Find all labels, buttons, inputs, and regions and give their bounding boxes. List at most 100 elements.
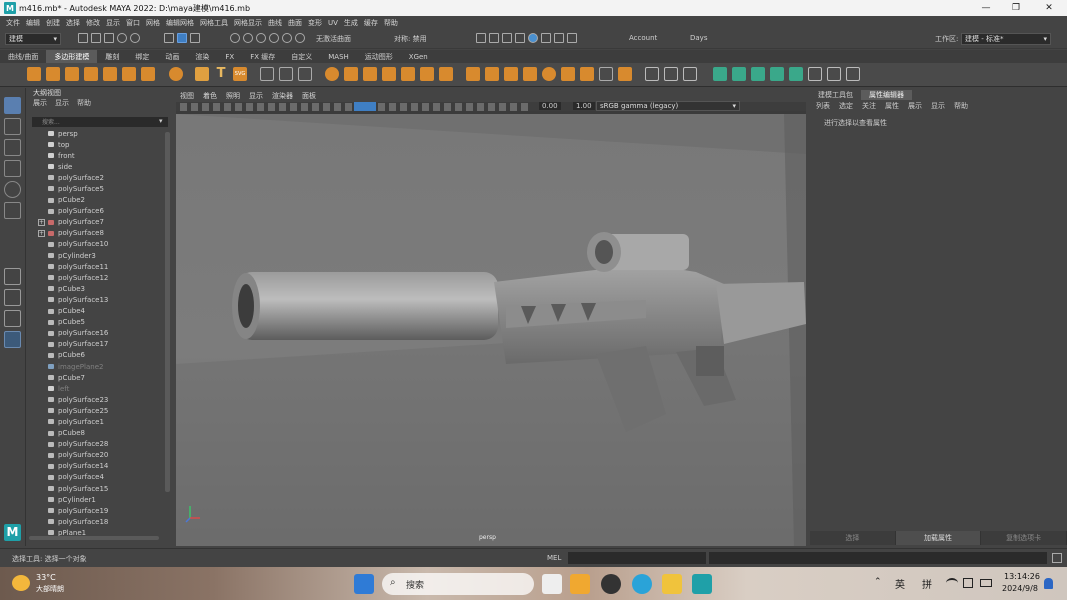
menu-item-16[interactable]: 缓存	[364, 18, 378, 28]
outliner-item-polysurface19[interactable]: polySurface19	[27, 505, 165, 516]
script-editor-icon[interactable]	[1052, 553, 1062, 563]
gamma-value[interactable]: 1.00	[573, 102, 595, 110]
outliner-menu-item-2[interactable]: 帮助	[77, 98, 91, 109]
bevel-icon[interactable]	[504, 67, 518, 81]
separate-icon[interactable]	[344, 67, 358, 81]
outliner-search-input[interactable]: 搜索...	[32, 117, 168, 127]
outliner-item-polysurface17[interactable]: polySurface17	[27, 339, 165, 350]
connect-icon[interactable]	[683, 67, 697, 81]
viewport-menu-item-0[interactable]: 视图	[180, 91, 194, 101]
super-shape-icon[interactable]	[195, 67, 209, 81]
uv-editor-icon[interactable]	[713, 67, 727, 81]
menu-item-15[interactable]: 生成	[344, 18, 358, 28]
maya-taskbar-icon[interactable]	[692, 574, 712, 594]
outliner-item-polysurface4[interactable]: polySurface4	[27, 472, 165, 483]
menu-item-13[interactable]: 变形	[308, 18, 322, 28]
uv-unfold-icon[interactable]	[808, 67, 822, 81]
clock-time[interactable]: 13:14:26	[1004, 572, 1040, 581]
rotate-tool-icon[interactable]	[4, 181, 21, 198]
shelf-tab-7[interactable]: FX 缓存	[242, 50, 283, 63]
text-tool-icon[interactable]: T	[214, 67, 228, 81]
target-weld-icon[interactable]	[664, 67, 678, 81]
select-tool-icon[interactable]	[4, 97, 21, 114]
outliner-menu-item-0[interactable]: 展示	[33, 98, 47, 109]
snap-view-icon[interactable]	[269, 33, 279, 43]
outliner-item-pcube6[interactable]: pCube6	[27, 350, 165, 361]
poly-cube-icon[interactable]	[46, 67, 60, 81]
undo-icon[interactable]	[117, 33, 127, 43]
outliner-menu-item-1[interactable]: 显示	[55, 98, 69, 109]
snap-grid-icon[interactable]	[230, 33, 240, 43]
poly-torus-icon[interactable]	[103, 67, 117, 81]
render-setup-icon[interactable]	[541, 33, 551, 43]
outliner-hscrollbar[interactable]	[29, 536, 159, 540]
outliner-item-polysurface20[interactable]: polySurface20	[27, 450, 165, 461]
outliner-item-imageplane2[interactable]: imagePlane2	[27, 361, 165, 372]
shelf-settings-icon[interactable]	[4, 65, 14, 85]
snap-surface-icon[interactable]	[282, 33, 292, 43]
symmetry-label[interactable]: 对称: 禁用	[394, 34, 427, 44]
menu-item-7[interactable]: 网格	[146, 18, 160, 28]
smooth-icon[interactable]	[363, 67, 377, 81]
poke-icon[interactable]	[580, 67, 594, 81]
multi-cut-icon[interactable]	[645, 67, 659, 81]
circularize-icon[interactable]	[618, 67, 632, 81]
combine-icon[interactable]	[325, 67, 339, 81]
uv-cylindrical-icon[interactable]	[770, 67, 784, 81]
menu-item-4[interactable]: 修改	[86, 18, 100, 28]
outliner-item-pplane1[interactable]: pPlane1	[27, 527, 165, 536]
mesh-sculpt-icon[interactable]	[298, 67, 312, 81]
poly-cone-icon[interactable]	[84, 67, 98, 81]
attribute-bottom-button-1[interactable]: 加载属性	[895, 531, 982, 545]
move-tool-icon[interactable]	[4, 160, 21, 177]
menu-item-1[interactable]: 编辑	[26, 18, 40, 28]
uv-spherical-icon[interactable]	[789, 67, 803, 81]
svg-tool-icon[interactable]: SVG	[233, 67, 247, 81]
pause-viewport-icon[interactable]	[567, 33, 577, 43]
attribute-menu-item-4[interactable]: 展示	[908, 101, 922, 111]
outliner-item-polysurface12[interactable]: polySurface12	[27, 272, 165, 283]
edge-browser-icon[interactable]	[632, 574, 652, 594]
shelf-tab-6[interactable]: FX	[217, 50, 242, 63]
reduce-icon[interactable]	[561, 67, 575, 81]
no-active-surface-label[interactable]: 无激活曲面	[316, 34, 351, 44]
outliner-item-polysurface16[interactable]: polySurface16	[27, 328, 165, 339]
snap-curve-icon[interactable]	[243, 33, 253, 43]
outliner-item-polysurface11[interactable]: polySurface11	[27, 261, 165, 272]
3d-viewport[interactable]: persp	[176, 114, 806, 546]
outliner-item-pcube4[interactable]: pCube4	[27, 306, 165, 317]
uv-auto-icon[interactable]	[751, 67, 765, 81]
viewport-menu-item-2[interactable]: 照明	[226, 91, 240, 101]
outliner-item-pcylinder1[interactable]: pCylinder1	[27, 494, 165, 505]
retopo-icon[interactable]	[439, 67, 453, 81]
outliner-item-pcube5[interactable]: pCube5	[27, 317, 165, 328]
menu-item-8[interactable]: 编辑网格	[166, 18, 194, 28]
shelf-tab-1[interactable]: 多边形建模	[46, 50, 98, 63]
viewport-menu-item-5[interactable]: 面板	[302, 91, 316, 101]
shelf-tab-2[interactable]: 雕刻	[97, 50, 127, 63]
menu-item-11[interactable]: 曲线	[268, 18, 282, 28]
boolean-icon[interactable]	[382, 67, 396, 81]
tray-chevron-up-icon[interactable]: ⌃	[874, 577, 882, 587]
outliner-item-polysurface23[interactable]: polySurface23	[27, 394, 165, 405]
save-scene-icon[interactable]	[104, 33, 114, 43]
language-indicator[interactable]: 英	[895, 576, 905, 591]
viewport-menu-item-1[interactable]: 着色	[203, 91, 217, 101]
chevron-down-icon[interactable]: ▾	[159, 117, 163, 125]
bridge-icon[interactable]	[485, 67, 499, 81]
poly-plane-icon[interactable]	[122, 67, 136, 81]
shelf-tab-3[interactable]: 绑定	[127, 50, 157, 63]
select-object-icon[interactable]	[177, 33, 187, 43]
extrude-icon[interactable]	[466, 67, 480, 81]
hypershade-icon[interactable]	[528, 33, 538, 43]
right-panel-tab-1[interactable]: 属性编辑器	[861, 90, 912, 100]
shelf-tab-11[interactable]: XGen	[401, 50, 436, 63]
render-frame-icon[interactable]	[476, 33, 486, 43]
outliner-item-pcube7[interactable]: pCube7	[27, 372, 165, 383]
sweep-icon[interactable]	[279, 67, 293, 81]
outliner-item-polysurface15[interactable]: polySurface15	[27, 483, 165, 494]
attribute-bottom-button-2[interactable]: 复制选项卡	[981, 531, 1067, 545]
smooth-mesh-icon[interactable]	[542, 67, 556, 81]
menu-item-5[interactable]: 显示	[106, 18, 120, 28]
battery-icon[interactable]	[980, 579, 992, 587]
